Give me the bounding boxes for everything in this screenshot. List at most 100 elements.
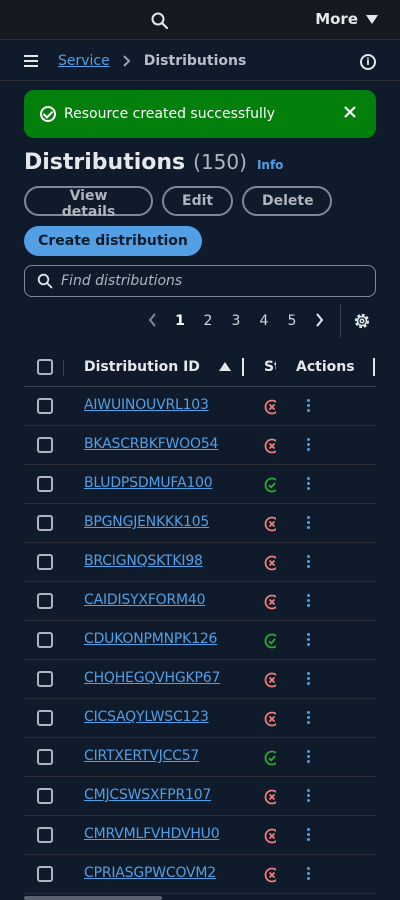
caret-down-icon bbox=[366, 14, 378, 24]
edit-button[interactable]: Edit bbox=[162, 186, 233, 216]
sort-ascending-icon[interactable] bbox=[219, 362, 231, 371]
row-actions-menu-icon[interactable] bbox=[304, 826, 312, 844]
table-row: CPRIASGPWCOVM2 bbox=[24, 855, 376, 894]
distribution-id-link[interactable]: BPGNGJENKKK105 bbox=[84, 514, 209, 530]
table-row: CIRTXERTVJCC57 bbox=[24, 738, 376, 777]
row-checkbox[interactable] bbox=[37, 437, 53, 453]
info-panel-icon[interactable]: i bbox=[360, 54, 376, 70]
page-5[interactable]: 5 bbox=[278, 313, 306, 329]
row-actions-menu-icon[interactable] bbox=[304, 397, 312, 415]
row-checkbox[interactable] bbox=[37, 554, 53, 570]
view-details-button[interactable]: View details bbox=[24, 186, 153, 220]
row-checkbox[interactable] bbox=[37, 788, 53, 804]
item-count: (150) bbox=[193, 150, 247, 174]
action-buttons: View details Edit Delete bbox=[24, 186, 332, 220]
page-title: Distributions bbox=[24, 150, 186, 175]
row-actions-menu-icon[interactable] bbox=[304, 592, 312, 610]
next-page-icon[interactable] bbox=[306, 311, 332, 332]
status-success-icon bbox=[264, 633, 276, 649]
delete-button[interactable]: Delete bbox=[242, 186, 332, 216]
table-row: CICSAQYLWSC123 bbox=[24, 699, 376, 738]
column-header-status[interactable]: Status bbox=[264, 359, 276, 375]
table-body: AIWUINOUVRL103 BKASCRBKFWOO54 BLUDPSDMUFA1… bbox=[24, 387, 376, 894]
row-checkbox[interactable] bbox=[37, 710, 53, 726]
column-resize-handle[interactable] bbox=[242, 358, 244, 376]
distribution-id-link[interactable]: CMRVMLFVHDVHU0 bbox=[84, 826, 220, 842]
search-input[interactable] bbox=[61, 273, 351, 289]
search-icon[interactable] bbox=[150, 11, 170, 31]
create-distribution-button[interactable]: Create distribution bbox=[24, 226, 202, 256]
row-actions-menu-icon[interactable] bbox=[304, 553, 312, 571]
row-actions-menu-icon[interactable] bbox=[304, 787, 312, 805]
row-checkbox[interactable] bbox=[37, 671, 53, 687]
distribution-id-link[interactable]: CIRTXERTVJCC57 bbox=[84, 748, 199, 764]
status-error-icon bbox=[264, 399, 276, 415]
distribution-id-link[interactable]: CPRIASGPWCOVM2 bbox=[84, 865, 216, 881]
close-icon[interactable] bbox=[342, 104, 358, 120]
distribution-id-link[interactable]: BRCIGNQSKTKI98 bbox=[84, 553, 203, 569]
distribution-id-link[interactable]: CMJCSWSXFPR107 bbox=[84, 787, 211, 803]
page-3[interactable]: 3 bbox=[222, 313, 250, 329]
select-all-checkbox[interactable] bbox=[37, 359, 53, 375]
status-error-icon bbox=[264, 828, 276, 844]
distribution-id-link[interactable]: CAIDISYXFORM40 bbox=[84, 592, 206, 608]
breadcrumb-bar: Service Distributions i bbox=[0, 41, 400, 81]
distribution-id-link[interactable]: CICSAQYLWSC123 bbox=[84, 709, 209, 725]
table-row: BPGNGJENKKK105 bbox=[24, 504, 376, 543]
page-header: Distributions (150) Info bbox=[24, 150, 283, 175]
success-flashbar: Resource created successfully bbox=[24, 90, 376, 138]
row-actions-menu-icon[interactable] bbox=[304, 514, 312, 532]
status-error-icon bbox=[264, 516, 276, 532]
column-divider bbox=[63, 360, 64, 376]
row-actions-menu-icon[interactable] bbox=[304, 670, 312, 688]
chevron-right-icon bbox=[123, 55, 131, 67]
table-row: CDUKONPMNPK126 bbox=[24, 621, 376, 660]
row-checkbox[interactable] bbox=[37, 632, 53, 648]
page-4[interactable]: 4 bbox=[250, 313, 278, 329]
distribution-id-link[interactable]: BKASCRBKFWOO54 bbox=[84, 436, 218, 452]
table-row: CAIDISYXFORM40 bbox=[24, 582, 376, 621]
row-actions-menu-icon[interactable] bbox=[304, 631, 312, 649]
info-link[interactable]: Info bbox=[257, 158, 283, 172]
table-row: CHQHEGQVHGKP67 bbox=[24, 660, 376, 699]
row-actions-menu-icon[interactable] bbox=[304, 709, 312, 727]
row-checkbox[interactable] bbox=[37, 515, 53, 531]
page-2[interactable]: 2 bbox=[194, 313, 222, 329]
menu-icon[interactable] bbox=[24, 55, 38, 67]
row-checkbox[interactable] bbox=[37, 827, 53, 843]
table-row: BRCIGNQSKTKI98 bbox=[24, 543, 376, 582]
breadcrumb-current: Distributions bbox=[143, 53, 247, 69]
row-checkbox[interactable] bbox=[37, 749, 53, 765]
row-actions-menu-icon[interactable] bbox=[304, 475, 312, 493]
column-header-actions: Actions bbox=[296, 359, 355, 375]
previous-page-icon[interactable] bbox=[140, 311, 166, 332]
distribution-id-link[interactable]: CDUKONPMNPK126 bbox=[84, 631, 217, 647]
status-success-icon bbox=[264, 477, 276, 493]
flash-message: Resource created successfully bbox=[64, 106, 276, 122]
status-error-icon bbox=[264, 711, 276, 727]
top-navigation: More bbox=[0, 0, 400, 40]
row-checkbox[interactable] bbox=[37, 476, 53, 492]
page-1[interactable]: 1 bbox=[166, 313, 194, 329]
distribution-id-link[interactable]: AIWUINOUVRL103 bbox=[84, 397, 209, 413]
table-row: BLUDPSDMUFA100 bbox=[24, 465, 376, 504]
table-header: Distribution ID Status Actions bbox=[24, 348, 376, 387]
success-check-icon bbox=[40, 106, 56, 122]
row-checkbox[interactable] bbox=[37, 398, 53, 414]
status-success-icon bbox=[264, 750, 276, 766]
row-actions-menu-icon[interactable] bbox=[304, 436, 312, 454]
distribution-id-link[interactable]: CHQHEGQVHGKP67 bbox=[84, 670, 220, 686]
find-distributions-field[interactable] bbox=[24, 265, 376, 297]
row-actions-menu-icon[interactable] bbox=[304, 865, 312, 883]
breadcrumb-service-link[interactable]: Service bbox=[58, 53, 110, 69]
row-actions-menu-icon[interactable] bbox=[304, 748, 312, 766]
column-header-distribution-id[interactable]: Distribution ID bbox=[84, 359, 200, 375]
distribution-id-link[interactable]: BLUDPSDMUFA100 bbox=[84, 475, 213, 491]
row-checkbox[interactable] bbox=[37, 866, 53, 882]
row-checkbox[interactable] bbox=[37, 593, 53, 609]
gear-icon[interactable] bbox=[352, 311, 372, 331]
more-menu-button[interactable]: More bbox=[315, 10, 378, 28]
column-resize-handle[interactable] bbox=[373, 358, 375, 376]
horizontal-scrollbar[interactable] bbox=[24, 896, 162, 900]
status-error-icon bbox=[264, 594, 276, 610]
